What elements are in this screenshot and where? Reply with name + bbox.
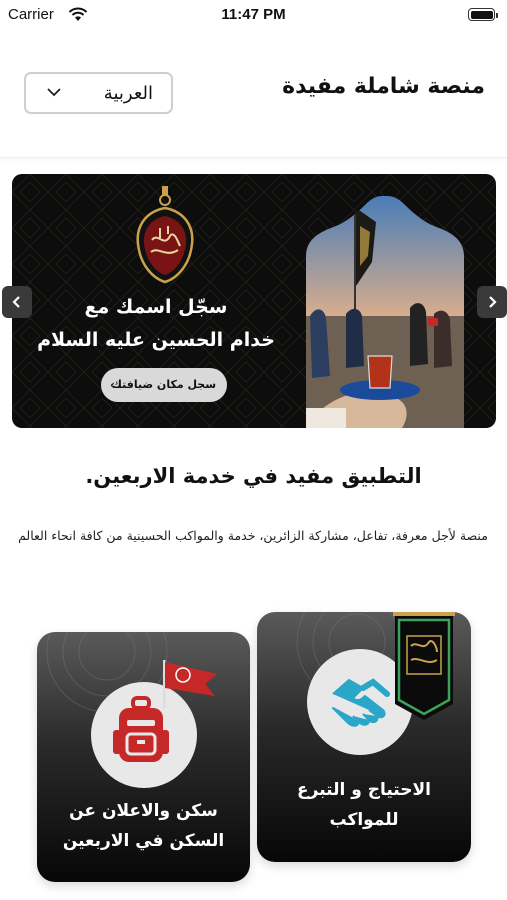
clock: 11:47 PM: [221, 6, 286, 23]
chevron-down-icon: [47, 88, 61, 97]
page-title: منصة شاملة مفيدة: [282, 74, 485, 99]
donation-card-line1: الاحتياج و التبرع: [297, 780, 431, 800]
housing-card-line2: السكن في الاربعين: [62, 831, 225, 851]
carousel-prev-button[interactable]: [2, 286, 32, 318]
housing-card[interactable]: سكن والاعلان عن السكن في الاربعين: [37, 632, 250, 882]
cta-label: سجل مكان ضيافتك: [111, 378, 217, 391]
promo-banner[interactable]: سجّل اسمك مع خدام الحسين عليه السلام سجل…: [12, 174, 496, 428]
housing-card-label: سكن والاعلان عن السكن في الاربعين: [37, 796, 250, 856]
status-bar: Carrier 11:47 PM: [0, 0, 507, 34]
language-value: العربية: [103, 83, 153, 104]
banner-line2: خدام الحسين عليه السلام: [37, 329, 275, 351]
language-select[interactable]: العربية: [24, 72, 173, 114]
flag-icon: [163, 660, 217, 708]
carousel-next-button[interactable]: [477, 286, 507, 318]
pilgrims-photo: [306, 196, 464, 428]
donation-card[interactable]: الاحتياج و التبرع للمواكب: [257, 612, 471, 862]
banner-flag-icon: [393, 612, 455, 720]
app-header: العربية منصة شاملة مفيدة: [0, 40, 507, 158]
intro-description: منصة لأجل معرفة، تفاعل، مشاركة الزائرين،…: [18, 528, 488, 543]
chevron-right-icon: [489, 296, 497, 308]
emblem-icon: [136, 186, 194, 284]
register-hospitality-button[interactable]: سجل مكان ضيافتك ›: [101, 368, 227, 402]
banner-line1: سجّل اسمك مع: [84, 296, 228, 318]
donation-card-label: الاحتياج و التبرع للمواكب: [257, 775, 471, 835]
chevron-right-icon: ›: [110, 378, 115, 392]
donation-card-line2: للمواكب: [329, 810, 399, 830]
battery-icon: [468, 8, 498, 21]
handshake-icon: [332, 678, 390, 727]
housing-card-line1: سكن والاعلان عن: [69, 801, 218, 821]
chevron-left-icon: [12, 296, 20, 308]
intro-headline: التطبيق مفيد في خدمة الاربعين.: [85, 464, 422, 488]
